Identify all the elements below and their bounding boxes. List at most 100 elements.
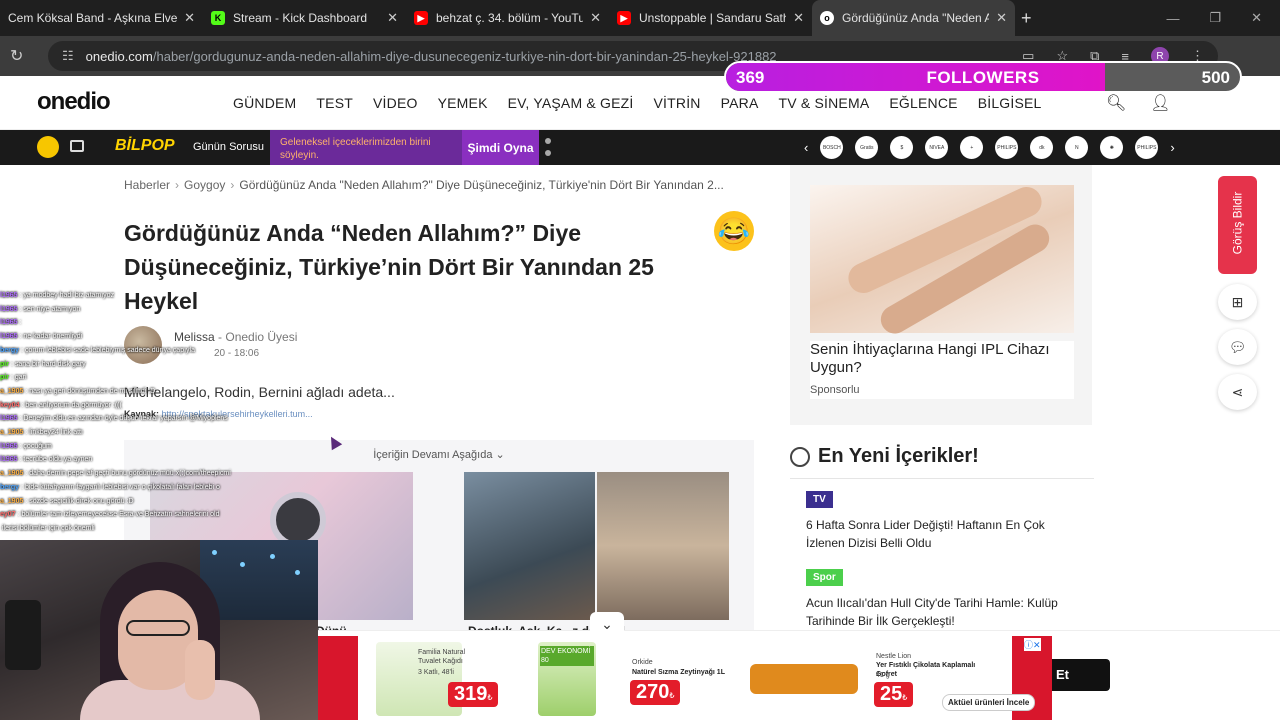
- tab-youtube-behzat[interactable]: ▶ behzat ç. 34. bölüm - YouTube ✕: [406, 0, 609, 36]
- menu-item[interactable]: TV & SİNEMA: [778, 95, 869, 111]
- chat-text: : sana bir hard disk gary: [10, 360, 86, 368]
- close-icon[interactable]: ✕: [793, 10, 804, 26]
- brand-logo[interactable]: PHILIPS: [1135, 136, 1159, 159]
- item-title[interactable]: Acun Ilıcalı'dan Hull City'de Tarihi Ham…: [806, 594, 1086, 630]
- brand-logo[interactable]: BOSCH: [820, 136, 844, 159]
- chat-text: : çocuğum: [19, 442, 52, 450]
- feedback-button[interactable]: Görüş Bildir: [1218, 176, 1257, 274]
- chevron-left-icon[interactable]: ‹: [804, 140, 808, 155]
- comments-icon[interactable]: 💬︎: [1218, 329, 1257, 365]
- browse-products-button[interactable]: Aktüel ürünleri İncele: [942, 694, 1036, 711]
- followers-current: 369: [736, 68, 765, 87]
- close-icon[interactable]: ✕: [590, 10, 601, 26]
- ad-title[interactable]: Senin İhtiyaçlarına Hangi IPL Cihazı Uyg…: [810, 341, 1060, 377]
- brand-logo[interactable]: NIVEA: [925, 136, 949, 159]
- item-title[interactable]: 6 Hafta Sonra Lider Değişti! Haftanın En…: [806, 516, 1086, 552]
- tab-music[interactable]: Cem Köksal Band - Aşkına Elve ✕: [0, 0, 203, 36]
- chat-text: ilerisi bölümler için çok önemli: [2, 524, 95, 532]
- chevron-down-icon: ⌄: [495, 449, 505, 461]
- gallery-icon[interactable]: [70, 140, 84, 152]
- emoji-icon[interactable]: [37, 136, 59, 158]
- list-item[interactable]: TV 6 Hafta Sonra Lider Değişti! Haftanın…: [806, 489, 1086, 552]
- sponsored-card[interactable]: Senin İhtiyaçlarına Hangi IPL Cihazı Uyg…: [790, 165, 1092, 425]
- chat-text: : ben anlıyorum da görmüyor :(((: [21, 401, 122, 409]
- product-image: [750, 664, 858, 694]
- menu-item[interactable]: GÜNDEM: [233, 95, 296, 111]
- tab-youtube-unstoppable[interactable]: ▶ Unstoppable | Sandaru Sathsar ✕: [609, 0, 812, 36]
- chat-message: a_1905: daha demin pepe laf geçti bunu g…: [0, 470, 231, 477]
- chat-message: key04: ben anlıyorum da görmüyor :(((: [0, 402, 122, 409]
- close-icon[interactable]: ✕: [184, 10, 195, 26]
- menu-item[interactable]: EV, YAŞAM & GEZİ: [508, 95, 634, 111]
- chat-message: a_1905: nası ya geri dönüşümden de mi si…: [0, 388, 155, 395]
- tab-onedio[interactable]: o Gördüğünüz Anda "Neden Allal ✕: [812, 0, 1015, 36]
- close-icon[interactable]: ✕: [387, 10, 398, 26]
- brand-logo[interactable]: dk: [1030, 136, 1054, 159]
- brand-logo[interactable]: PHILIPS: [995, 136, 1019, 159]
- chat-message: ilerisi bölümler için çok önemli: [0, 525, 95, 532]
- brand-carousel: ‹ BOSCH Gratis $ NIVEA + PHILIPS dk N ✺ …: [804, 136, 1175, 159]
- related-thumbnail[interactable]: [464, 472, 595, 620]
- chat-message: l1965: sen niye atamıyon: [0, 306, 80, 313]
- product-name: Familia Natural Tuvalet Kağıdı: [418, 649, 466, 665]
- pager-dots[interactable]: [545, 138, 551, 158]
- category-badge[interactable]: TV: [806, 491, 833, 508]
- followers-goal: 500: [1201, 68, 1230, 87]
- maximize-icon[interactable]: ❐: [1209, 10, 1221, 26]
- chevron-right-icon[interactable]: ›: [1170, 140, 1174, 155]
- window-controls: — ❐ ✕: [1166, 0, 1280, 36]
- collapse-ad-button[interactable]: ⌄: [590, 612, 624, 634]
- gunun-sorusu-label: Günün Sorusu: [193, 141, 264, 153]
- site-info-icon[interactable]: ☷: [62, 48, 74, 64]
- menu-item[interactable]: PARA: [721, 95, 759, 111]
- onedio-logo[interactable]: onedio: [37, 88, 111, 116]
- reload-icon[interactable]: ↻: [10, 46, 38, 66]
- chat-username: a_1905: [0, 387, 24, 395]
- laughing-emoji-icon[interactable]: 😂: [714, 211, 754, 251]
- chat-message: l1965: çocuğum: [0, 443, 52, 450]
- close-window-icon[interactable]: ✕: [1251, 10, 1262, 26]
- chat-text: : bölümler tam izleyemeyecekse Esra ve B…: [17, 511, 220, 519]
- menu-item[interactable]: BİLGİSEL: [978, 95, 1042, 111]
- menu-item[interactable]: YEMEK: [438, 95, 488, 111]
- tab-kick[interactable]: K Stream - Kick Dashboard ✕: [203, 0, 406, 36]
- menu-item[interactable]: VİTRİN: [654, 95, 701, 111]
- bottom-banner-ad[interactable]: Familia Natural Tuvalet Kağıdı 3 Katlı, …: [318, 636, 1052, 720]
- brand-logo[interactable]: Gratis: [855, 136, 879, 159]
- related-thumbnail[interactable]: [597, 472, 729, 620]
- menu-item[interactable]: EĞLENCE: [889, 95, 957, 111]
- followers-goal-bar: FOLLOWERS 369 500: [724, 61, 1242, 93]
- brand-logo[interactable]: $: [890, 136, 914, 159]
- user-icon[interactable]: 👤︎: [1150, 93, 1170, 113]
- brand-logo[interactable]: +: [960, 136, 984, 159]
- webcam-overlay: [0, 540, 318, 720]
- chat-username: ey07: [0, 511, 16, 519]
- new-tab-button[interactable]: +: [1021, 8, 1032, 29]
- chat-username: l1965: [0, 442, 18, 450]
- play-now-button[interactable]: Şimdi Oyna: [462, 130, 539, 165]
- menu-item[interactable]: VİDEO: [373, 95, 418, 111]
- chat-username: pir: [0, 360, 9, 368]
- ad-choices-icon[interactable]: ⓘ✕: [1024, 638, 1041, 651]
- save-icon[interactable]: ⊞: [1218, 284, 1257, 320]
- chat-text: : tecrübe oldu ya aynen: [19, 456, 93, 464]
- onedio-icon: o: [820, 11, 834, 25]
- brand-logo[interactable]: ✺: [1100, 136, 1124, 159]
- share-icon[interactable]: ⋖: [1218, 374, 1257, 410]
- chat-username: l1965: [0, 319, 18, 327]
- minimize-icon[interactable]: —: [1166, 11, 1179, 26]
- chat-text: : sen niye atamıyon: [19, 305, 81, 313]
- bilpop-logo[interactable]: BİLPOP: [115, 137, 175, 155]
- close-icon[interactable]: ✕: [996, 10, 1007, 26]
- latest-heading: En Yeni İçerikler!: [790, 445, 1094, 479]
- list-item[interactable]: Spor Acun Ilıcalı'dan Hull City'de Tarih…: [806, 567, 1086, 630]
- floating-actions: ⊞ 💬︎ ⋖: [1218, 284, 1257, 419]
- category-badge[interactable]: Spor: [806, 569, 843, 586]
- brand-logo[interactable]: N: [1065, 136, 1089, 159]
- price-badge: 25₺: [874, 682, 914, 707]
- chat-text: : çorum leblebisi sade leblebiymiş sadec…: [21, 346, 195, 354]
- menu-item[interactable]: TEST: [316, 95, 353, 111]
- breadcrumb-item[interactable]: Goygoy: [184, 178, 225, 192]
- breadcrumb-item[interactable]: Haberler: [124, 178, 170, 192]
- search-icon[interactable]: 🔍︎: [1106, 93, 1126, 113]
